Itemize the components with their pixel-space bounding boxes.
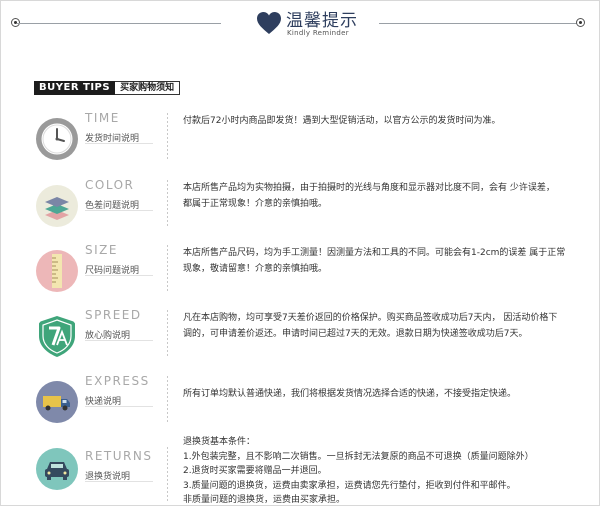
dotted-divider (167, 180, 168, 226)
right-ornament-dot (576, 18, 585, 27)
desc-line: 2.退货时买家需要将赠品一并退回。 (183, 466, 327, 476)
tip-title-en: TIME (85, 111, 120, 125)
tip-description: 本店所售产品尺码，均为手工测量！因测量方法和工具的不同。可能会有1-2cm的误差… (183, 245, 583, 277)
left-header-rule (17, 23, 221, 24)
reminder-header: 温馨提示 Kindly Reminder (1, 1, 599, 49)
desc-line: 付款后72小时内商品即发货！遇到大型促销活动，以官方公示的发货时间为准。 (183, 116, 501, 126)
tip-title-en: COLOR (85, 178, 135, 192)
desc-line: 凡在本店购物，均可享受7天差价返回的价格保护。购买商品签收成功后7天内， 因活动… (183, 313, 558, 323)
tip-row-express: EXPRESS 快递说明 所有订单均默认普通快递，我们将根据发货情况选择合适的快… (1, 374, 599, 434)
buyer-tips-label: BUYER TIPS 买家购物须知 (34, 81, 181, 95)
color-layers-icon (36, 185, 78, 227)
desc-line: 退换货基本条件： (183, 437, 256, 447)
heart-icon (257, 12, 281, 34)
header-subtitle: Kindly Reminder (287, 29, 349, 37)
tip-title-en: SPREED (85, 308, 142, 322)
desc-line: 调的，可申请差价返还。申请时间已超过7天的无效。退款日期为快递签收成功后7天。 (183, 329, 528, 339)
tip-title-en: EXPRESS (85, 374, 150, 388)
tip-row-time: TIME 发货时间说明 付款后72小时内商品即发货！遇到大型促销活动，以官方公示… (1, 111, 599, 171)
dotted-divider (167, 113, 168, 159)
title-underline (85, 275, 153, 276)
right-header-rule (379, 23, 579, 24)
title-underline (85, 481, 153, 482)
tip-title-en: RETURNS (85, 449, 153, 463)
truck-icon (36, 381, 78, 423)
tip-row-spreed: SPREED 放心购说明 凡在本店购物，均可享受7天差价返回的价格保护。购买商品… (1, 308, 599, 368)
desc-line: 本店所售产品尺码，均为手工测量！因测量方法和工具的不同。可能会有1-2cm的误差… (183, 248, 566, 258)
tip-row-size: SIZE 尺码问题说明 本店所售产品尺码，均为手工测量！因测量方法和工具的不同。… (1, 243, 599, 303)
tip-title-en: SIZE (85, 243, 118, 257)
clock-icon (36, 118, 78, 160)
desc-line: 非质量问题的退换货，运费由买家承担。 (183, 495, 346, 505)
dotted-divider (167, 447, 168, 501)
tip-row-returns: RETURNS 退换货说明 退换货基本条件： 1.外包装完整，且不影响二次销售。… (1, 437, 599, 505)
dotted-divider (167, 310, 168, 356)
buyer-tips-zh: 买家购物须知 (115, 81, 181, 95)
desc-line: 现象，敬请留意！介意的亲慎拍哦。 (183, 264, 328, 274)
desc-line: 本店所售产品均为实物拍摄，由于拍摄时的光线与角度和显示器对比度不同，会有 少许误… (183, 183, 555, 193)
tip-row-color: COLOR 色差问题说明 本店所售产品均为实物拍摄，由于拍摄时的光线与角度和显示… (1, 178, 599, 238)
title-underline (85, 406, 153, 407)
tip-description: 退换货基本条件： 1.外包装完整，且不影响二次销售。一旦拆封无法复原的商品不可退… (183, 435, 583, 505)
desc-line: 3.质量问题的退换货，运费由卖家承担，运费请您先行垫付，拒收到付件和平邮件。 (183, 480, 516, 491)
title-underline (85, 210, 153, 211)
page-frame: 温馨提示 Kindly Reminder BUYER TIPS 买家购物须知 T… (0, 0, 600, 506)
ruler-icon (36, 250, 78, 292)
tip-description: 本店所售产品均为实物拍摄，由于拍摄时的光线与角度和显示器对比度不同，会有 少许误… (183, 180, 583, 212)
dotted-divider (167, 376, 168, 422)
tip-description: 凡在本店购物，均可享受7天差价返回的价格保护。购买商品签收成功后7天内， 因活动… (183, 310, 583, 342)
buyer-tips-en: BUYER TIPS (34, 81, 116, 95)
tip-description: 所有订单均默认普通快递，我们将根据发货情况选择合适的快递，不接受指定快递。 (183, 386, 583, 402)
title-underline (85, 143, 153, 144)
desc-line: 都属于正常现象！介意的亲慎拍哦。 (183, 199, 328, 209)
car-return-icon (36, 448, 78, 490)
title-underline (85, 340, 153, 341)
header-title: 温馨提示 (286, 11, 358, 31)
seven-day-shield-icon (39, 316, 75, 357)
dotted-divider (167, 245, 168, 291)
desc-line: 1.外包装完整，且不影响二次销售。一旦拆封无法复原的商品不可退换（质量问题除外） (183, 451, 534, 462)
desc-line: 所有订单均默认普通快递，我们将根据发货情况选择合适的快递，不接受指定快递。 (183, 389, 517, 399)
tip-description: 付款后72小时内商品即发货！遇到大型促销活动，以官方公示的发货时间为准。 (183, 113, 583, 129)
